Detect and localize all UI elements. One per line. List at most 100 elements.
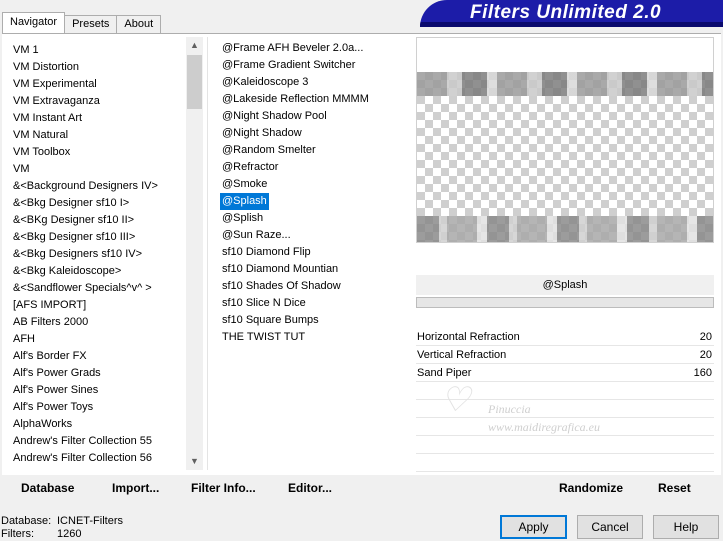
category-item[interactable]: VM Natural xyxy=(6,127,186,144)
apply-button[interactable]: Apply xyxy=(500,515,567,539)
filter-row: sf10 Slice N Dice xyxy=(220,295,371,312)
filter-rows: @Frame AFH Beveler 2.0a... @Frame Gradien… xyxy=(220,40,371,346)
parameter-empty-row xyxy=(416,436,714,454)
watermark-name: Pinuccia xyxy=(488,402,531,416)
parameter-name: Vertical Refraction xyxy=(417,349,507,361)
filter-row: @Frame Gradient Switcher xyxy=(220,57,371,74)
filter-item[interactable]: @Random Smelter xyxy=(220,142,318,159)
filter-item[interactable]: @Sun Raze... xyxy=(220,227,293,244)
filter-item[interactable]: sf10 Slice N Dice xyxy=(220,295,308,312)
category-item[interactable]: AlphaWorks xyxy=(6,416,186,433)
import-button[interactable]: Import... xyxy=(112,480,159,496)
database-value: ICNET-Filters xyxy=(57,515,123,527)
cancel-button[interactable]: Cancel xyxy=(577,515,643,539)
scroll-up-arrow-icon[interactable]: ▲ xyxy=(186,37,203,54)
scroll-down-arrow-icon[interactable]: ▼ xyxy=(186,453,203,470)
filter-row: @Splash xyxy=(220,193,371,210)
parameter-value[interactable]: 20 xyxy=(700,346,712,364)
category-item[interactable]: Alf's Power Grads xyxy=(6,365,186,382)
filter-row: sf10 Diamond Mountian xyxy=(220,261,371,278)
category-item[interactable]: VM 1 xyxy=(6,42,186,59)
filter-item[interactable]: @Frame Gradient Switcher xyxy=(220,57,357,74)
category-item[interactable]: Alf's Power Sines xyxy=(6,382,186,399)
tab-bar: Navigator Presets About xyxy=(2,12,162,33)
filter-item[interactable]: sf10 Diamond Flip xyxy=(220,244,313,261)
filter-item[interactable]: @Refractor xyxy=(220,159,280,176)
help-button[interactable]: Help xyxy=(653,515,719,539)
filter-row: @Sun Raze... xyxy=(220,227,371,244)
category-item[interactable]: Alf's Power Toys xyxy=(6,399,186,416)
filter-list[interactable]: @Frame AFH Beveler 2.0a... @Frame Gradien… xyxy=(207,37,410,470)
category-item[interactable]: &<Bkg Designer sf10 III> xyxy=(6,229,186,246)
parameter-value[interactable]: 160 xyxy=(694,364,712,382)
right-toolbar: Randomize Reset xyxy=(416,475,714,500)
filter-row: @Smoke xyxy=(220,176,371,193)
filter-row: @Lakeside Reflection MMMM xyxy=(220,91,371,108)
parameter-name: Horizontal Refraction xyxy=(417,331,520,343)
filter-item[interactable]: @Frame AFH Beveler 2.0a... xyxy=(220,40,365,57)
category-item[interactable]: VM Distortion xyxy=(6,59,186,76)
filter-item[interactable]: @Lakeside Reflection MMMM xyxy=(220,91,371,108)
watermark-url: www.maidiregrafica.eu xyxy=(488,420,600,434)
randomize-button[interactable]: Randomize xyxy=(559,480,623,496)
parameter-value[interactable]: 20 xyxy=(700,328,712,346)
reset-button[interactable]: Reset xyxy=(658,480,691,496)
filter-item[interactable]: sf10 Diamond Mountian xyxy=(220,261,340,278)
tab-navigator[interactable]: Navigator xyxy=(2,12,66,33)
current-filter-name: @Splash xyxy=(416,275,714,295)
tab-presets[interactable]: Presets xyxy=(64,15,118,33)
parameter-row[interactable]: Vertical Refraction 20 xyxy=(416,346,714,364)
filter-info-button[interactable]: Filter Info... xyxy=(191,480,256,496)
filter-item[interactable]: @Kaleidoscope 3 xyxy=(220,74,310,91)
category-item[interactable]: VM xyxy=(6,161,186,178)
preview-panel xyxy=(416,37,714,243)
filter-row: @Kaleidoscope 3 xyxy=(220,74,371,91)
left-toolbar: Database Import... Filter Info... Editor… xyxy=(6,475,410,500)
category-item[interactable]: AFH xyxy=(6,331,186,348)
category-item[interactable]: &<Bkg Designer sf10 I> xyxy=(6,195,186,212)
heart-logo-icon: ♡ xyxy=(440,382,471,419)
category-item[interactable]: Andrew's Filter Collection 55 xyxy=(6,433,186,450)
filter-row: @Night Shadow Pool xyxy=(220,108,371,125)
filter-item[interactable]: @Night Shadow xyxy=(220,125,304,142)
category-item[interactable]: &<Bkg Kaleidoscope> xyxy=(6,263,186,280)
category-rows: VM 1 VM Distortion VM Experimental VM Extra… xyxy=(6,42,186,467)
category-item[interactable]: VM Experimental xyxy=(6,76,186,93)
progress-bar xyxy=(416,297,714,308)
category-item[interactable]: VM Toolbox xyxy=(6,144,186,161)
filter-row: @Refractor xyxy=(220,159,371,176)
scroll-thumb[interactable] xyxy=(187,55,202,109)
filter-row: THE TWIST TUT xyxy=(220,329,371,346)
category-item[interactable]: &<Sandflower Specials^v^ > xyxy=(6,280,186,297)
filter-item[interactable]: @Night Shadow Pool xyxy=(220,108,329,125)
database-button[interactable]: Database xyxy=(21,480,74,496)
category-item[interactable]: Alf's Border FX xyxy=(6,348,186,365)
filter-item[interactable]: THE TWIST TUT xyxy=(220,329,307,346)
filter-item[interactable]: @Splish xyxy=(220,210,265,227)
filter-row: sf10 Diamond Flip xyxy=(220,244,371,261)
tab-about[interactable]: About xyxy=(116,15,162,33)
category-item[interactable]: Andrew's Filter Collection 56 xyxy=(6,450,186,467)
filter-item[interactable]: sf10 Square Bumps xyxy=(220,312,321,329)
category-item[interactable]: &<BKg Designer sf10 II> xyxy=(6,212,186,229)
category-item[interactable]: VM Extravaganza xyxy=(6,93,186,110)
parameter-empty-row xyxy=(416,454,714,472)
category-item[interactable]: VM Instant Art xyxy=(6,110,186,127)
category-list[interactable]: VM 1 VM Distortion VM Experimental VM Extra… xyxy=(6,37,202,470)
parameter-row[interactable]: Horizontal Refraction 20 xyxy=(416,328,714,346)
category-scrollbar[interactable]: ▲ ▼ xyxy=(186,37,203,470)
category-item[interactable]: &<Background Designers IV> xyxy=(6,178,186,195)
filter-item[interactable]: @Smoke xyxy=(220,176,269,193)
filter-item[interactable]: @Splash xyxy=(220,193,269,210)
category-item[interactable]: &<Bkg Designers sf10 IV> xyxy=(6,246,186,263)
filter-row: sf10 Shades Of Shadow xyxy=(220,278,371,295)
filters-label: Filters: xyxy=(1,528,34,540)
status-area: Database: ICNET-Filters Filters: 1260 xyxy=(1,515,123,541)
category-item[interactable]: [AFS IMPORT] xyxy=(6,297,186,314)
filter-item[interactable]: sf10 Shades Of Shadow xyxy=(220,278,343,295)
app-banner: Filters Unlimited 2.0 xyxy=(420,0,723,27)
preview-bottom-strip xyxy=(417,216,713,242)
editor-button[interactable]: Editor... xyxy=(288,480,332,496)
category-item[interactable]: AB Filters 2000 xyxy=(6,314,186,331)
filter-row: @Splish xyxy=(220,210,371,227)
